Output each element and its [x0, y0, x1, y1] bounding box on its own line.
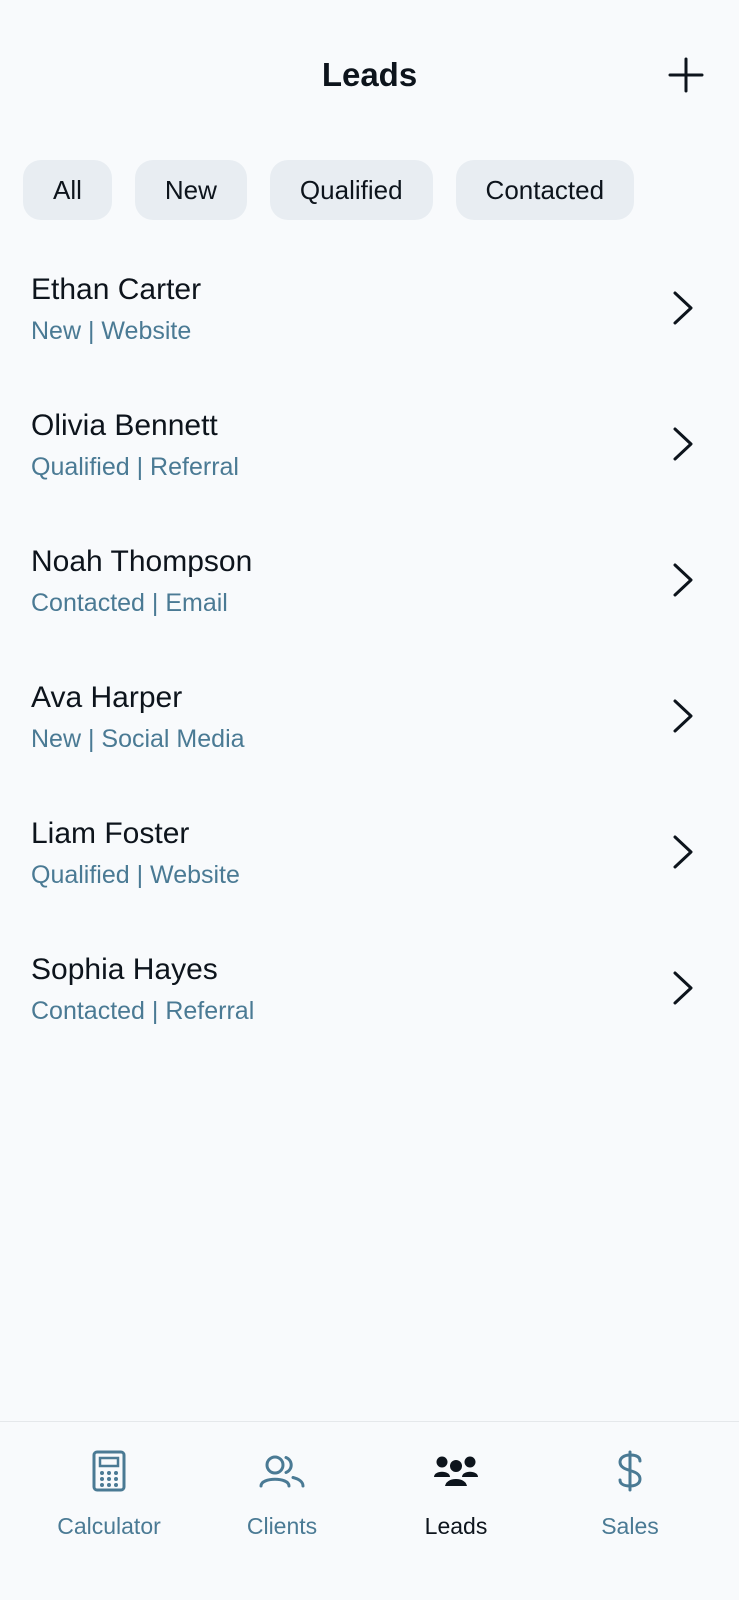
- lead-name: Olivia Bennett: [31, 409, 218, 442]
- tab-label: Sales: [601, 1513, 659, 1539]
- filter-chip-qualified[interactable]: Qualified: [269, 160, 433, 220]
- filter-chip-new[interactable]: New: [134, 160, 247, 220]
- filter-chip-contacted[interactable]: Contacted: [455, 160, 635, 220]
- lead-row[interactable]: Liam Foster Qualified | Website: [0, 794, 739, 930]
- chevron-right-icon: [668, 560, 698, 600]
- plus-icon: [668, 57, 704, 93]
- lead-row[interactable]: Ava Harper New | Social Media: [0, 658, 739, 794]
- lead-name: Noah Thompson: [31, 545, 253, 578]
- lead-name: Liam Foster: [31, 817, 190, 850]
- chevron-right-icon: [668, 424, 698, 464]
- filter-chips: All New Qualified Contacted: [23, 160, 635, 220]
- lead-row[interactable]: Ethan Carter New | Website: [0, 250, 739, 386]
- lead-row[interactable]: Olivia Bennett Qualified | Referral: [0, 386, 739, 522]
- chevron-right-icon: [668, 832, 698, 872]
- users-icon: [257, 1446, 307, 1496]
- lead-status-source: Qualified | Website: [31, 861, 240, 889]
- leads-list: Ethan Carter New | Website Olivia Bennet…: [0, 250, 739, 1066]
- chevron-right-icon: [668, 968, 698, 1008]
- lead-status-source: Qualified | Referral: [31, 453, 239, 481]
- tab-label: Leads: [424, 1513, 488, 1539]
- chevron-right-icon: [668, 288, 698, 328]
- lead-row[interactable]: Noah Thompson Contacted | Email: [0, 522, 739, 658]
- tab-leads[interactable]: Leads: [369, 1422, 543, 1562]
- lead-name: Ethan Carter: [31, 273, 202, 306]
- lead-name: Sophia Hayes: [31, 953, 218, 986]
- users-filled-icon: [431, 1446, 481, 1496]
- tab-sales[interactable]: Sales: [543, 1422, 717, 1562]
- tab-clients[interactable]: Clients: [195, 1422, 369, 1562]
- bottom-tab-bar: Calculator Clients Leads Sales: [0, 1421, 739, 1600]
- lead-name: Ava Harper: [31, 681, 183, 714]
- lead-status-source: New | Social Media: [31, 725, 245, 753]
- calculator-icon: [84, 1446, 134, 1496]
- lead-status-source: Contacted | Referral: [31, 997, 255, 1025]
- lead-status-source: Contacted | Email: [31, 589, 228, 617]
- lead-status-source: New | Website: [31, 317, 192, 345]
- tab-label: Calculator: [57, 1513, 161, 1539]
- tab-label: Clients: [246, 1513, 318, 1539]
- add-lead-button[interactable]: [664, 53, 708, 97]
- app-header: Leads: [0, 0, 739, 150]
- page-title: Leads: [321, 56, 418, 93]
- filter-chip-all[interactable]: All: [23, 160, 112, 220]
- lead-row[interactable]: Sophia Hayes Contacted | Referral: [0, 930, 739, 1066]
- tab-calculator[interactable]: Calculator: [22, 1422, 196, 1562]
- dollar-icon: [605, 1446, 655, 1496]
- chevron-right-icon: [668, 696, 698, 736]
